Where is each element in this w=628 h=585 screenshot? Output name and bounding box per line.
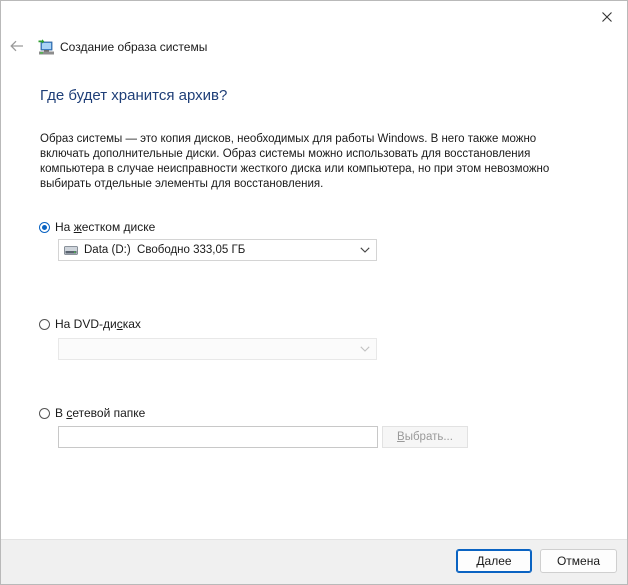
page-heading: Где будет хранится архив? — [40, 87, 228, 104]
hard-disk-radio-option[interactable]: На жестком диске — [39, 220, 155, 234]
network-path-input[interactable] — [58, 426, 378, 448]
close-button[interactable] — [593, 6, 621, 28]
network-folder-radio-option[interactable]: В сетевой папке — [39, 406, 145, 420]
cancel-button[interactable]: Отмена — [540, 549, 617, 573]
wizard-title-bar: Создание образа системы — [38, 37, 207, 57]
hard-disk-select-value: Data (D:) Свободно 333,05 ГБ — [84, 244, 246, 256]
chevron-down-icon — [357, 341, 373, 357]
dvd-radio[interactable] — [39, 318, 50, 330]
back-button[interactable] — [8, 37, 26, 55]
wizard-footer: Далее Отмена — [1, 539, 627, 584]
page-description: Образ системы — это копия дисков, необхо… — [40, 133, 550, 190]
dvd-radio-option[interactable]: На DVD-дисках — [39, 317, 141, 331]
browse-button[interactable]: Выбрать... — [382, 426, 468, 448]
hard-drive-icon — [64, 245, 78, 255]
hard-disk-radio[interactable] — [39, 221, 50, 233]
hard-disk-select[interactable]: Data (D:) Свободно 333,05 ГБ — [58, 239, 377, 261]
chevron-down-icon — [357, 242, 373, 258]
back-arrow-icon — [10, 40, 23, 52]
system-image-backup-icon — [38, 38, 55, 56]
system-image-wizard-window: Создание образа системы Где будет хранит… — [0, 0, 628, 585]
next-button[interactable]: Далее — [456, 549, 532, 573]
dvd-label: На DVD-дисках — [55, 317, 141, 331]
window-title: Создание образа системы — [60, 40, 208, 54]
close-icon — [602, 12, 612, 22]
dvd-select[interactable] — [58, 338, 377, 360]
hard-disk-label: На жестком диске — [55, 220, 156, 234]
network-folder-radio[interactable] — [39, 407, 50, 419]
network-folder-label: В сетевой папке — [55, 406, 146, 420]
